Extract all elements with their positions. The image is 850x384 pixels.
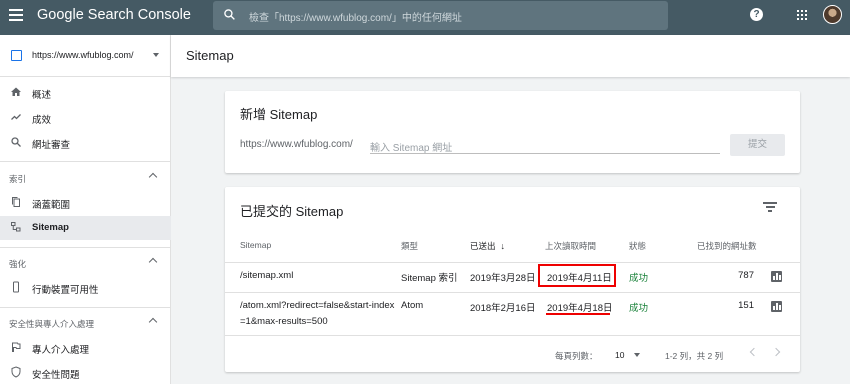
cell-urls-found: 787 bbox=[738, 270, 754, 281]
chevron-up-icon bbox=[148, 172, 158, 182]
sidebar-item-label: 專人介入處理 bbox=[32, 345, 90, 356]
cell-type: Sitemap 索引 bbox=[401, 273, 458, 284]
shield-icon bbox=[9, 366, 23, 380]
section-label: 強化 bbox=[9, 259, 27, 269]
sidebar-item-url-inspection[interactable]: 網址審查 bbox=[0, 131, 171, 155]
column-header-label: 已送出 bbox=[470, 241, 496, 251]
row-divider bbox=[225, 335, 800, 336]
highlight-box bbox=[538, 264, 616, 287]
sidebar-item-performance[interactable]: 成效 bbox=[0, 106, 171, 130]
sidebar-item-manual-actions[interactable]: 專人介入處理 bbox=[0, 336, 171, 360]
sidebar-item-label: 涵蓋範圍 bbox=[32, 200, 71, 211]
sitemap-icon bbox=[9, 221, 23, 235]
chevron-down-icon bbox=[153, 53, 159, 57]
pagination-range: 1-2 列，共 2 列 bbox=[665, 351, 724, 361]
sitemap-url-input[interactable]: 輸入 Sitemap 網址 bbox=[370, 136, 720, 154]
sidebar: https://www.wfublog.com/ 概述 成效 網址審查 索引 涵… bbox=[0, 35, 171, 384]
cell-status: 成功 bbox=[629, 303, 649, 314]
avatar[interactable] bbox=[823, 5, 842, 24]
section-header-security[interactable]: 安全性與專人介入處理 bbox=[0, 314, 171, 332]
divider bbox=[0, 247, 171, 248]
sidebar-item-sitemap[interactable]: Sitemap bbox=[0, 216, 171, 240]
rows-per-page-select[interactable]: 10 bbox=[615, 350, 624, 360]
chevron-down-icon[interactable] bbox=[634, 353, 640, 357]
sidebar-item-mobile-usability[interactable]: 行動裝置可用性 bbox=[0, 276, 171, 300]
copy-icon bbox=[9, 196, 23, 210]
add-sitemap-title: 新增 Sitemap bbox=[240, 107, 318, 122]
submitted-sitemaps-title: 已提交的 Sitemap bbox=[240, 204, 344, 219]
cell-last-read: 2019年4月18日 bbox=[547, 303, 613, 314]
sidebar-item-label: 行動裝置可用性 bbox=[32, 285, 99, 296]
highlight-underline bbox=[546, 313, 610, 315]
apps-grid-icon[interactable] bbox=[797, 10, 807, 20]
cell-status: 成功 bbox=[629, 273, 649, 284]
sidebar-item-label: 成效 bbox=[32, 115, 52, 126]
url-inspect-search-input[interactable]: 檢查「https://www.wfublog.com/」中的任何網址 bbox=[213, 1, 668, 30]
help-icon[interactable]: ? bbox=[750, 8, 763, 21]
submitted-sitemaps-card: 已提交的 Sitemap Sitemap 類型 已送出 ↓ 上次讀取時間 狀態 已… bbox=[225, 187, 800, 372]
sidebar-item-security-issues[interactable]: 安全性問題 bbox=[0, 361, 171, 384]
column-header-urls-found[interactable]: 已找到的網址數 bbox=[697, 240, 757, 252]
row-divider bbox=[225, 262, 800, 263]
search-placeholder: 檢查「https://www.wfublog.com/」中的任何網址 bbox=[249, 13, 462, 24]
sitemap-url-prefix: https://www.wfublog.com/ bbox=[240, 139, 353, 150]
submit-button[interactable]: 提交 bbox=[730, 134, 785, 156]
column-header-submitted[interactable]: 已送出 ↓ bbox=[470, 240, 505, 252]
app-logo[interactable]: Google Search Console bbox=[37, 7, 191, 23]
column-header-status[interactable]: 狀態 bbox=[629, 240, 646, 252]
property-selector[interactable]: https://www.wfublog.com/ bbox=[0, 35, 171, 77]
column-header-last-read[interactable]: 上次讀取時間 bbox=[545, 240, 596, 252]
sidebar-item-overview[interactable]: 概述 bbox=[0, 81, 171, 105]
search-icon bbox=[9, 136, 23, 150]
property-icon bbox=[11, 50, 22, 61]
top-app-bar: Google Search Console 檢查「https://www.wfu… bbox=[0, 0, 850, 35]
column-header-sitemap[interactable]: Sitemap bbox=[240, 240, 271, 250]
search-icon bbox=[224, 9, 235, 20]
prev-page-icon[interactable] bbox=[749, 347, 759, 357]
bar-chart-icon[interactable] bbox=[771, 271, 782, 282]
cell-submitted: 2018年2月16日 bbox=[470, 303, 536, 314]
trending-up-icon bbox=[9, 111, 23, 125]
sitemap-url-placeholder: 輸入 Sitemap 網址 bbox=[370, 143, 453, 154]
phone-icon bbox=[9, 281, 23, 295]
add-sitemap-card: 新增 Sitemap https://www.wfublog.com/ 輸入 S… bbox=[225, 91, 800, 173]
section-header-index[interactable]: 索引 bbox=[0, 169, 171, 187]
section-header-enhancements[interactable]: 強化 bbox=[0, 254, 171, 272]
flag-icon bbox=[9, 341, 23, 355]
home-icon bbox=[9, 86, 23, 100]
divider bbox=[0, 307, 171, 308]
column-header-type[interactable]: 類型 bbox=[401, 240, 418, 252]
cell-type: Atom bbox=[401, 300, 424, 311]
chevron-up-icon bbox=[148, 317, 158, 327]
divider bbox=[0, 161, 171, 162]
cell-sitemap-line2: =1&max-results=500 bbox=[240, 316, 328, 327]
sidebar-item-label: 安全性問題 bbox=[32, 370, 80, 381]
sidebar-item-label: 概述 bbox=[32, 90, 52, 101]
section-label: 安全性與專人介入處理 bbox=[9, 319, 95, 329]
bar-chart-icon[interactable] bbox=[771, 301, 782, 312]
menu-icon[interactable] bbox=[9, 9, 23, 21]
section-label: 索引 bbox=[9, 174, 27, 184]
rows-per-page-label: 每頁列數： bbox=[555, 351, 598, 361]
row-divider bbox=[225, 292, 800, 293]
cell-sitemap: /sitemap.xml bbox=[240, 270, 294, 281]
cell-sitemap: /atom.xml?redirect=false&start-index bbox=[240, 300, 395, 311]
cell-submitted: 2019年3月28日 bbox=[470, 273, 536, 284]
next-page-icon[interactable] bbox=[771, 347, 781, 357]
cell-urls-found: 151 bbox=[738, 300, 754, 311]
page-header: Sitemap bbox=[171, 35, 850, 77]
filter-icon[interactable] bbox=[763, 202, 777, 212]
sidebar-item-coverage[interactable]: 涵蓋範圍 bbox=[0, 191, 171, 215]
sidebar-item-label: Sitemap bbox=[32, 222, 69, 233]
sidebar-item-label: 網址審查 bbox=[32, 140, 71, 151]
chevron-up-icon bbox=[148, 257, 158, 267]
property-url: https://www.wfublog.com/ bbox=[32, 50, 134, 60]
page-title: Sitemap bbox=[186, 48, 234, 63]
arrow-down-icon: ↓ bbox=[500, 241, 506, 251]
